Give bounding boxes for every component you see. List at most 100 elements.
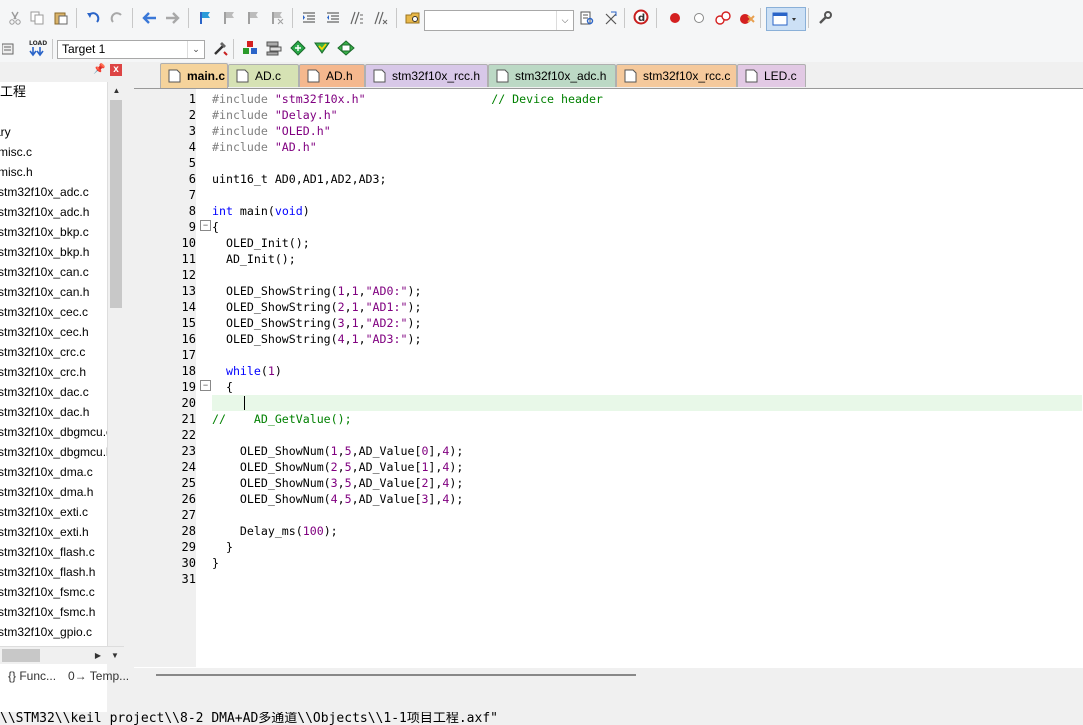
- editor-hscroll-thumb[interactable]: [156, 674, 636, 676]
- nav-back-icon[interactable]: [140, 9, 158, 27]
- scroll-up-icon[interactable]: ▲: [108, 82, 125, 99]
- tree-file-item[interactable]: stm32f10x_can.c: [0, 262, 89, 282]
- scroll-thumb[interactable]: [110, 100, 122, 308]
- code-line[interactable]: OLED_ShowNum(3,5,AD_Value[2],4);: [212, 475, 463, 491]
- uncomment-icon[interactable]: [372, 9, 390, 27]
- load-download-icon[interactable]: LOAD: [27, 39, 47, 57]
- comment-icon[interactable]: [348, 9, 366, 27]
- tab-functions[interactable]: {} Func...: [8, 665, 56, 687]
- hscroll-thumb[interactable]: [2, 649, 40, 662]
- tab-file[interactable]: LED.c: [737, 64, 806, 87]
- code-line[interactable]: #include "OLED.h": [212, 123, 331, 139]
- clear-bookmarks-icon[interactable]: [268, 9, 286, 27]
- disable-all-breakpoints-icon[interactable]: [714, 9, 732, 27]
- fold-toggle-icon[interactable]: −: [200, 380, 211, 391]
- tree-file-item[interactable]: stm32f10x_dbgmcu.h: [0, 442, 107, 462]
- tree-file-item[interactable]: stm32f10x_cec.c: [0, 302, 88, 322]
- code-line[interactable]: OLED_ShowString(4,1,"AD3:");: [212, 331, 421, 347]
- code-line[interactable]: Delay_ms(100);: [212, 523, 338, 539]
- code-line[interactable]: {: [212, 219, 219, 235]
- target-select[interactable]: Target 1 ⌄: [57, 40, 205, 59]
- tree-file-item[interactable]: stm32f10x_gpio.c: [0, 622, 92, 642]
- code-line[interactable]: AD_Init();: [212, 251, 296, 267]
- tree-file-item[interactable]: misc.h: [0, 162, 33, 182]
- pin-icon[interactable]: 📌: [93, 64, 105, 75]
- tree-file-item[interactable]: stm32f10x_flash.c: [0, 542, 95, 562]
- code-line[interactable]: OLED_ShowNum(1,5,AD_Value[0],4);: [212, 443, 463, 459]
- project-tree-hscrollbar[interactable]: ▶ ▼: [0, 646, 124, 664]
- select-packs-icon[interactable]: [313, 39, 331, 57]
- project-tree-vscrollbar[interactable]: ▲: [107, 82, 125, 646]
- find-icon[interactable]: [578, 9, 596, 27]
- find-in-files-icon[interactable]: [404, 9, 422, 27]
- code-line[interactable]: }: [212, 539, 233, 555]
- tree-file-item[interactable]: stm32f10x_dac.c: [0, 382, 89, 402]
- code-line[interactable]: }: [212, 555, 219, 571]
- indent-icon[interactable]: [300, 9, 318, 27]
- tree-file-item[interactable]: ary: [0, 122, 11, 142]
- code-line[interactable]: OLED_ShowNum(4,5,AD_Value[3],4);: [212, 491, 463, 507]
- tree-file-item[interactable]: misc.c: [0, 142, 32, 162]
- tab-file[interactable]: stm32f10x_rcc.c: [616, 64, 737, 87]
- tab-file[interactable]: AD.h: [299, 64, 365, 87]
- window-layout-button[interactable]: [766, 7, 806, 31]
- code-line[interactable]: OLED_ShowString(3,1,"AD2:");: [212, 315, 421, 331]
- tree-file-item[interactable]: stm32f10x_exti.c: [0, 502, 88, 522]
- code-line[interactable]: {: [212, 379, 233, 395]
- scroll-right-icon[interactable]: ▶: [90, 647, 106, 664]
- disable-breakpoint-icon[interactable]: [690, 9, 708, 27]
- tab-file[interactable]: AD.c: [228, 64, 299, 87]
- tree-file-item[interactable]: stm32f10x_adc.c: [0, 182, 89, 202]
- tab-templates[interactable]: 0→ Temp...: [68, 665, 129, 687]
- scroll-down-icon[interactable]: ▼: [107, 647, 123, 664]
- code-line[interactable]: OLED_ShowString(1,1,"AD0:");: [212, 283, 421, 299]
- code-line[interactable]: #include "AD.h": [212, 139, 317, 155]
- cut-icon[interactable]: [6, 9, 24, 27]
- tree-file-item[interactable]: stm32f10x_cec.h: [0, 322, 89, 342]
- configure-icon[interactable]: [816, 9, 834, 27]
- tree-file-item[interactable]: stm32f10x_dbgmcu.c: [0, 422, 107, 442]
- tree-file-item[interactable]: stm32f10x_can.h: [0, 282, 89, 302]
- paste-icon[interactable]: [52, 9, 70, 27]
- code-line[interactable]: OLED_Init();: [212, 235, 310, 251]
- kill-breakpoints-icon[interactable]: [738, 9, 756, 27]
- copy-icon[interactable]: [28, 9, 46, 27]
- prev-bookmark-icon[interactable]: [220, 9, 238, 27]
- code-line[interactable]: #include "Delay.h": [212, 107, 338, 123]
- next-bookmark-icon[interactable]: [244, 9, 262, 27]
- editor-hscrollbar[interactable]: [134, 668, 1083, 685]
- tree-file-item[interactable]: stm32f10x_flash.h: [0, 562, 95, 582]
- unindent-icon[interactable]: [324, 9, 342, 27]
- tree-file-item[interactable]: stm32f10x_crc.h: [0, 362, 86, 382]
- code-editor[interactable]: 1 2 3 4 5 6 7 8 9 10 11 12 13 14 15 16 17 18 19 20 21 22 23 24 2…: [134, 88, 1083, 669]
- tree-file-item[interactable]: stm32f10x_dma.h: [0, 482, 93, 502]
- bookmark-icon[interactable]: [196, 9, 214, 27]
- breakpoint-icon[interactable]: [666, 9, 684, 27]
- tree-file-item[interactable]: stm32f10x_dma.c: [0, 462, 93, 482]
- tree-file-item[interactable]: stm32f10x_crc.c: [0, 342, 85, 362]
- replace-icon[interactable]: [602, 9, 620, 27]
- redo-icon[interactable]: [108, 9, 126, 27]
- tree-file-item[interactable]: stm32f10x_exti.h: [0, 522, 89, 542]
- pack-installer-icon[interactable]: [289, 39, 307, 57]
- code-line[interactable]: OLED_ShowString(2,1,"AD1:");: [212, 299, 421, 315]
- target-options-icon[interactable]: [211, 39, 229, 57]
- close-icon[interactable]: x: [110, 64, 122, 76]
- code-line[interactable]: [212, 395, 240, 411]
- tree-file-item[interactable]: stm32f10x_adc.h: [0, 202, 89, 222]
- tree-file-item[interactable]: stm32f10x_bkp.c: [0, 222, 89, 242]
- run-time-environment-icon[interactable]: [337, 39, 355, 57]
- debug-session-icon[interactable]: d: [632, 8, 650, 26]
- code-line[interactable]: while(1): [212, 363, 282, 379]
- code-line[interactable]: uint16_t AD0,AD1,AD2,AD3;: [212, 171, 387, 187]
- file-extensions-icon[interactable]: [265, 39, 283, 57]
- manage-components-icon[interactable]: [241, 39, 259, 57]
- fold-toggle-icon[interactable]: −: [200, 220, 211, 231]
- find-combo[interactable]: ⌵: [424, 10, 574, 31]
- tree-file-item[interactable]: stm32f10x_fsmc.h: [0, 602, 95, 622]
- project-root-label[interactable]: 工程: [0, 82, 26, 102]
- code-line[interactable]: #include "stm32f10x.h" // Device header: [212, 91, 603, 107]
- tree-file-item[interactable]: stm32f10x_bkp.h: [0, 242, 89, 262]
- code-line[interactable]: OLED_ShowNum(2,5,AD_Value[1],4);: [212, 459, 463, 475]
- tab-file[interactable]: stm32f10x_adc.h: [488, 64, 616, 87]
